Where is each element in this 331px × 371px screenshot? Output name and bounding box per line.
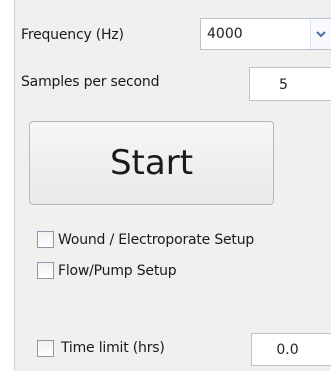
wound-checkbox-label: Wound / Electroporate Setup [58,232,255,248]
frequency-value: 4000 [207,26,243,42]
flow-checkbox[interactable] [37,262,54,279]
time-limit-checkbox[interactable] [37,340,54,357]
start-button[interactable]: Start [29,121,274,205]
settings-panel: Frequency (Hz) 4000 Samples per second 5… [14,0,331,371]
flow-checkbox-label: Flow/Pump Setup [58,263,177,279]
chevron-down-icon [316,30,326,37]
frequency-dropdown-button[interactable] [310,19,331,49]
time-limit-input[interactable]: 0.0 [251,333,331,366]
frequency-label: Frequency (Hz) [21,27,124,43]
samples-input[interactable]: 5 [249,67,331,101]
time-limit-value: 0.0 [276,342,299,358]
frequency-select[interactable]: 4000 [200,18,331,50]
wound-checkbox[interactable] [37,231,54,248]
time-limit-label: Time limit (hrs) [61,340,165,356]
samples-label: Samples per second [21,74,160,90]
samples-value: 5 [279,77,288,93]
